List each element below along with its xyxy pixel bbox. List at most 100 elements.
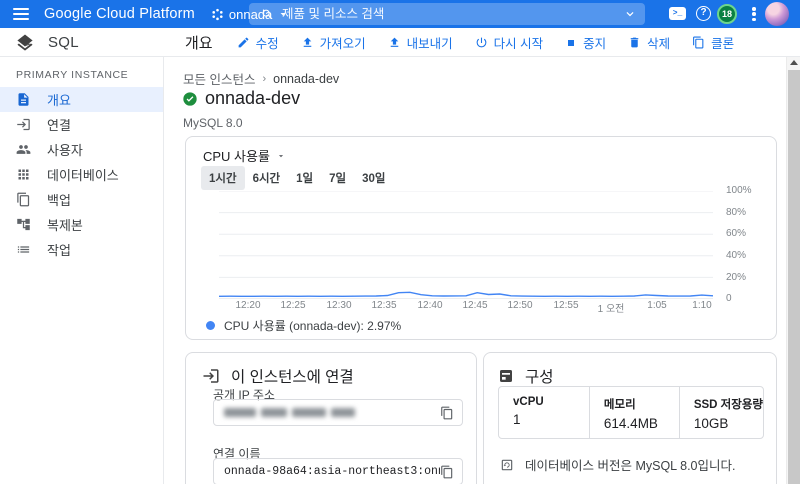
search-expand-icon[interactable] [623, 7, 637, 21]
delete-icon [628, 36, 641, 49]
cloud-sql-icon [15, 33, 35, 53]
x-tick: 12:20 [235, 300, 260, 311]
spec-summary: vCPU 1 메모리 614.4MB SSD 저장용량 10GB [498, 386, 764, 439]
y-tick: 100% [726, 185, 752, 196]
sidebar-section-label: PRIMARY INSTANCE [16, 69, 163, 81]
sidebar-item-backups[interactable]: 백업 [0, 187, 163, 212]
export-icon [388, 36, 401, 49]
breadcrumb-all-instances[interactable]: 모든 인스턴스 [183, 69, 255, 88]
gcp-console: Google Cloud Platform onnada >_ ? 18 [0, 0, 800, 484]
chart-legend: CPU 사용률 (onnada-dev): 2.97% [206, 317, 401, 334]
overview-icon [16, 92, 31, 107]
operations-icon [16, 242, 31, 257]
sidebar-item-databases[interactable]: 데이터베이스 [0, 162, 163, 187]
sidebar-item-operations[interactable]: 작업 [0, 237, 163, 262]
breadcrumb: 모든 인스턴스 › onnada-dev [183, 69, 339, 88]
breadcrumb-separator-icon: › [262, 73, 266, 85]
y-tick: 60% [726, 228, 746, 239]
notifications-badge[interactable]: 18 [717, 4, 737, 24]
clone-button[interactable]: 클론 [692, 33, 734, 52]
connection-name-field[interactable]: onnada-98a64:asia-northeast3:onnada-dev [213, 458, 463, 484]
export-button[interactable]: 내보내기 [388, 33, 453, 52]
instance-toolbar: 개요 수정 가져오기 내보내기 다시 시작 중지 [185, 28, 756, 57]
help-icon[interactable]: ? [696, 6, 711, 21]
sidebar-item-users[interactable]: 사용자 [0, 137, 163, 162]
legend-dot-icon [206, 321, 215, 330]
sub-header: SQL 개요 수정 가져오기 내보내기 다시 시작 중지 [0, 28, 800, 57]
status-ok-icon [182, 91, 198, 107]
db-version-text: 데이터베이스 버전은 MySQL 8.0입니다. [525, 455, 735, 474]
page-title: onnada-dev [205, 88, 300, 109]
config-card-title: 구성 [525, 365, 554, 387]
x-tick: 1 오전 [598, 300, 625, 315]
x-tick: 12:30 [326, 300, 351, 311]
edit-button[interactable]: 수정 [237, 33, 279, 52]
public-ip-field[interactable] [213, 399, 463, 426]
y-tick: 0 [726, 293, 732, 304]
copy-connection-name-button[interactable] [440, 465, 454, 479]
spec-memory: 메모리 614.4MB [589, 387, 679, 438]
config-icon [498, 368, 514, 384]
range-tab-7d[interactable]: 7일 [321, 166, 354, 190]
connect-icon [202, 367, 220, 385]
spec-storage: SSD 저장용량 10GB [679, 387, 763, 438]
range-tab-6h[interactable]: 6시간 [245, 166, 289, 190]
sidebar-item-replicas[interactable]: 복제본 [0, 212, 163, 237]
sql-product-header: SQL [0, 28, 164, 57]
connection-name-value: onnada-98a64:asia-northeast3:onnada-dev [224, 465, 440, 478]
db-engine-label: MySQL 8.0 [183, 116, 243, 130]
avatar[interactable] [765, 2, 789, 26]
x-tick: 1:05 [647, 300, 666, 311]
restart-button[interactable]: 다시 시작 [475, 33, 543, 52]
project-icon [211, 8, 224, 21]
db-version-note: 데이터베이스 버전은 MySQL 8.0입니다. [500, 455, 735, 474]
y-tick: 40% [726, 250, 746, 261]
time-range-tabs: 1시간 6시간 1일 7일 30일 [201, 166, 393, 190]
metrics-card: CPU 사용률 1시간 6시간 1일 7일 30일 100% 80% 60% 4… [185, 136, 777, 340]
metric-selector[interactable]: CPU 사용률 [203, 146, 286, 165]
search-icon [261, 8, 274, 21]
x-tick: 12:50 [507, 300, 532, 311]
x-tick: 12:25 [280, 300, 305, 311]
cpu-chart-svg [219, 191, 713, 299]
config-card: 구성 vCPU 1 메모리 614.4MB SSD 저장용량 10GB 데이터베… [483, 352, 777, 484]
sql-product-label: SQL [48, 34, 79, 51]
x-tick: 1:10 [692, 300, 711, 311]
import-button[interactable]: 가져오기 [301, 33, 366, 52]
cloud-shell-icon[interactable]: >_ [669, 7, 686, 20]
connections-icon [16, 117, 31, 132]
legend-label: CPU 사용률 (onnada-dev): 2.97% [224, 317, 401, 334]
stop-icon [565, 37, 577, 49]
range-tab-30d[interactable]: 30일 [354, 166, 393, 190]
more-options-icon[interactable] [749, 5, 759, 23]
x-tick: 12:55 [553, 300, 578, 311]
edit-icon [237, 36, 250, 49]
x-tick: 12:35 [371, 300, 396, 311]
restart-icon [475, 36, 488, 49]
spec-vcpu: vCPU 1 [499, 387, 589, 438]
search-input[interactable] [282, 7, 623, 21]
menu-icon[interactable] [13, 8, 29, 20]
search-bar[interactable] [249, 3, 645, 25]
sidebar-item-connections[interactable]: 연결 [0, 112, 163, 137]
stop-button[interactable]: 중지 [565, 33, 606, 52]
connect-card: 이 인스턴스에 연결 공개 IP 주소 연결 이름 onnada-98a64:a… [185, 352, 477, 484]
copy-icon [440, 465, 454, 479]
sidebar: PRIMARY INSTANCE 개요 연결 사용자 데이터베이스 백업 복제본… [0, 57, 164, 484]
delete-button[interactable]: 삭제 [628, 33, 670, 52]
breadcrumb-current: onnada-dev [273, 72, 339, 86]
scroll-up-icon[interactable] [790, 60, 798, 65]
import-icon [301, 36, 314, 49]
x-tick: 12:40 [417, 300, 442, 311]
gcp-logo[interactable]: Google Cloud Platform [44, 6, 195, 22]
range-tab-1d[interactable]: 1일 [288, 166, 321, 190]
scrollbar[interactable] [786, 57, 800, 484]
sidebar-item-overview[interactable]: 개요 [0, 87, 163, 112]
range-tab-1h[interactable]: 1시간 [201, 166, 245, 190]
top-app-bar: Google Cloud Platform onnada >_ ? 18 [0, 0, 800, 28]
public-ip-redacted [224, 408, 440, 417]
db-version-icon [500, 458, 514, 472]
copy-icon [440, 406, 454, 420]
scrollbar-thumb[interactable] [788, 70, 800, 484]
copy-ip-button[interactable] [440, 406, 454, 420]
